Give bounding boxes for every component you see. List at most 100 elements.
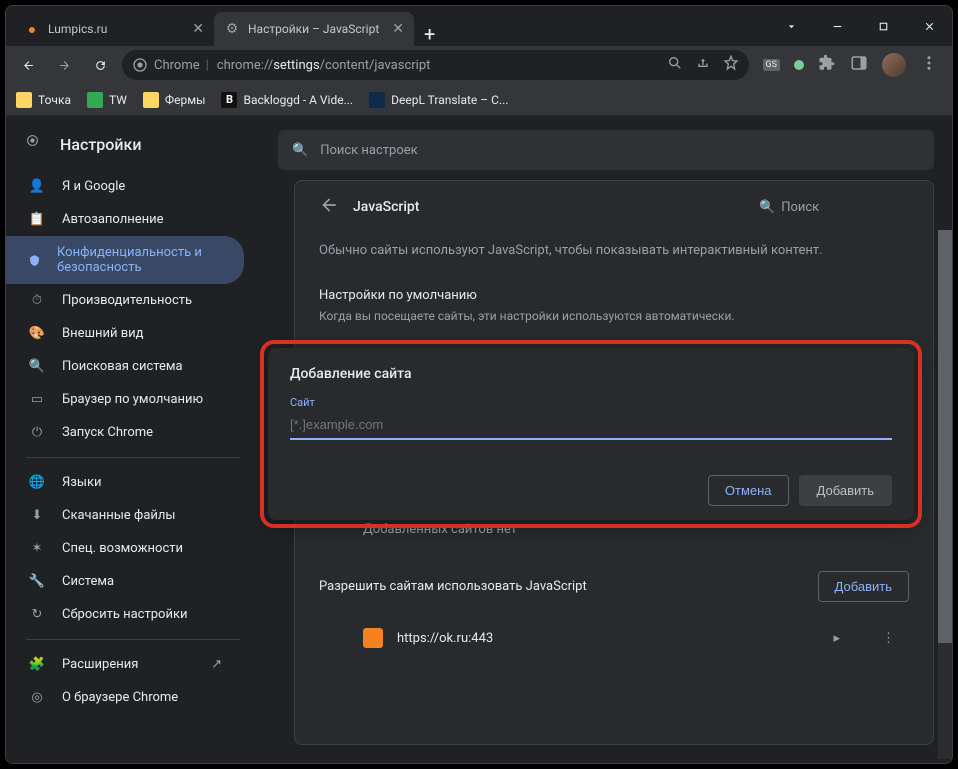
window-controls	[768, 10, 952, 42]
power-icon: ⏻	[28, 425, 46, 440]
close-icon[interactable]: ✕	[192, 21, 204, 37]
reset-icon: ↻	[28, 607, 46, 622]
sidebar-item-about[interactable]: ◎О браузере Chrome	[6, 681, 244, 714]
forward-button[interactable]	[50, 51, 78, 79]
sidebar-item-downloads[interactable]: ⬇Скачанные файлы	[6, 499, 244, 532]
new-tab-button[interactable]: +	[414, 22, 445, 46]
gear-icon: ⚙	[224, 21, 240, 37]
bookmark-item[interactable]: BBackloggd - A Vide...	[221, 92, 353, 108]
back-icon[interactable]	[319, 195, 339, 219]
field-label: Сайт	[290, 396, 892, 409]
address-bar[interactable]: Chrome | chrome://settings/content/javas…	[122, 50, 749, 80]
chevron-down-icon[interactable]	[768, 10, 814, 42]
sidebar-item-extensions[interactable]: 🧩Расширения↗	[6, 648, 244, 681]
external-link-icon: ↗	[211, 657, 222, 672]
page-search[interactable]: 🔍Поиск	[759, 200, 909, 215]
tab-strip: ● Lumpics.ru ✕ ⚙ Настройки – JavaScript …	[6, 6, 768, 46]
tab-lumpics[interactable]: ● Lumpics.ru ✕	[14, 12, 214, 46]
allowed-site-row: https://ok.ru:443 ▸ ⋮	[319, 616, 909, 660]
profile-avatar[interactable]	[882, 53, 906, 77]
section-defaults-title: Настройки по умолчанию	[319, 274, 909, 309]
page-title: JavaScript	[353, 199, 745, 215]
scrollbar-thumb[interactable]	[938, 230, 952, 643]
share-icon[interactable]	[695, 55, 711, 75]
maximize-button[interactable]	[860, 10, 906, 42]
search-placeholder: Поиск настроек	[320, 143, 418, 158]
sidebar-item-languages[interactable]: 🌐Языки	[6, 466, 244, 499]
speed-icon: ⏱	[28, 293, 46, 308]
sidebar-item-autofill[interactable]: 📋Автозаполнение	[6, 203, 244, 236]
wrench-icon: 🔧	[28, 574, 46, 589]
site-favicon	[363, 628, 383, 648]
zoom-icon[interactable]	[667, 55, 683, 75]
add-site-dialog: Добавление сайта Сайт Отмена Добавить	[268, 348, 914, 520]
search-icon: 🔍	[759, 200, 775, 215]
tab-settings[interactable]: ⚙ Настройки – JavaScript ✕	[214, 12, 414, 46]
bookmark-item[interactable]: TW	[87, 92, 127, 108]
sidebar-item-accessibility[interactable]: ✶Спец. возможности	[6, 532, 244, 565]
cancel-button[interactable]: Отмена	[708, 475, 789, 506]
sidebar-item-you-google[interactable]: 👤Я и Google	[6, 170, 244, 203]
extension-badge[interactable]: GS	[763, 59, 780, 71]
chevron-right-icon[interactable]: ▸	[819, 631, 854, 646]
sidebar-item-system[interactable]: 🔧Система	[6, 565, 244, 598]
site-input[interactable]	[290, 411, 892, 440]
globe-icon: 🌐	[28, 475, 46, 490]
empty-block-list: Добавленных сайтов нет	[319, 516, 909, 557]
kebab-menu-icon[interactable]: ⋮	[868, 631, 909, 646]
add-button[interactable]: Добавить	[799, 475, 892, 506]
clipboard-icon: 📋	[28, 212, 46, 227]
divider	[26, 639, 240, 640]
bookmark-item[interactable]: Фермы	[143, 92, 206, 108]
sidebar-item-reset[interactable]: ↻Сбросить настройки	[6, 598, 244, 631]
sidebar-item-performance[interactable]: ⏱Производительность	[6, 284, 244, 317]
sidebar-item-startup[interactable]: ⏻Запуск Chrome	[6, 416, 244, 449]
url-text: chrome://settings/content/javascript	[217, 58, 659, 73]
divider	[26, 457, 240, 458]
sidebar-item-search-engine[interactable]: 🔍Поисковая система	[6, 350, 244, 383]
section-defaults-sub: Когда вы посещаете сайты, эти настройки …	[319, 309, 909, 337]
nav-primary: 👤Я и Google 📋Автозаполнение Конфиденциал…	[6, 164, 260, 728]
bookmarks-bar: Точка TW Фермы BBackloggd - A Vide... De…	[6, 84, 952, 116]
accessibility-icon: ✶	[28, 541, 46, 556]
minimize-button[interactable]	[814, 10, 860, 42]
allow-row: Разрешить сайтам использовать JavaScript…	[319, 557, 909, 616]
bookmark-item[interactable]: DeepL Translate – С...	[369, 92, 508, 108]
sidebar-item-privacy[interactable]: Конфиденциальность и безопасность	[6, 236, 244, 284]
tab-title: Lumpics.ru	[48, 22, 184, 36]
allow-label: Разрешить сайтам использовать JavaScript	[319, 579, 587, 594]
sidebar-item-appearance[interactable]: 🎨Внешний вид	[6, 317, 244, 350]
shield-icon	[28, 254, 41, 267]
titlebar: ● Lumpics.ru ✕ ⚙ Настройки – JavaScript …	[6, 6, 952, 46]
search-icon: 🔍	[28, 359, 46, 374]
back-button[interactable]	[14, 51, 42, 79]
bookmark-item[interactable]: Точка	[16, 92, 71, 108]
chrome-icon: ◎	[28, 690, 46, 705]
page-description: Обычно сайты используют JavaScript, чтоб…	[319, 237, 909, 274]
sidebar-item-default-browser[interactable]: ▭Браузер по умолчанию	[6, 383, 244, 416]
toolbar: Chrome | chrome://settings/content/javas…	[6, 46, 952, 84]
scrollbar[interactable]	[938, 230, 952, 759]
close-window-button[interactable]	[906, 10, 952, 42]
person-icon: 👤	[28, 179, 46, 194]
puzzle-icon[interactable]	[818, 54, 836, 76]
browser-icon: ▭	[28, 392, 46, 407]
site-url: https://ok.ru:443	[397, 631, 805, 646]
settings-header: Настройки	[6, 116, 260, 164]
kebab-menu-icon[interactable]	[920, 54, 938, 76]
chrome-logo-icon	[26, 134, 46, 154]
bookmark-icon[interactable]	[723, 55, 739, 75]
favicon-lumpics: ●	[24, 21, 40, 37]
side-panel-icon[interactable]	[850, 54, 868, 76]
settings-title: Настройки	[60, 135, 141, 154]
close-icon[interactable]: ✕	[392, 21, 404, 37]
reload-button[interactable]	[86, 51, 114, 79]
settings-search[interactable]: 🔍 Поиск настроек	[278, 130, 934, 170]
tab-title: Настройки – JavaScript	[248, 22, 384, 36]
dialog-title: Добавление сайта	[290, 366, 892, 382]
search-icon: 🔍	[292, 143, 308, 158]
add-allow-button[interactable]: Добавить	[818, 571, 909, 602]
settings-sidebar: Настройки 👤Я и Google 📋Автозаполнение Ко…	[6, 116, 260, 763]
extension-dot-icon[interactable]	[794, 60, 804, 70]
palette-icon: 🎨	[28, 326, 46, 341]
